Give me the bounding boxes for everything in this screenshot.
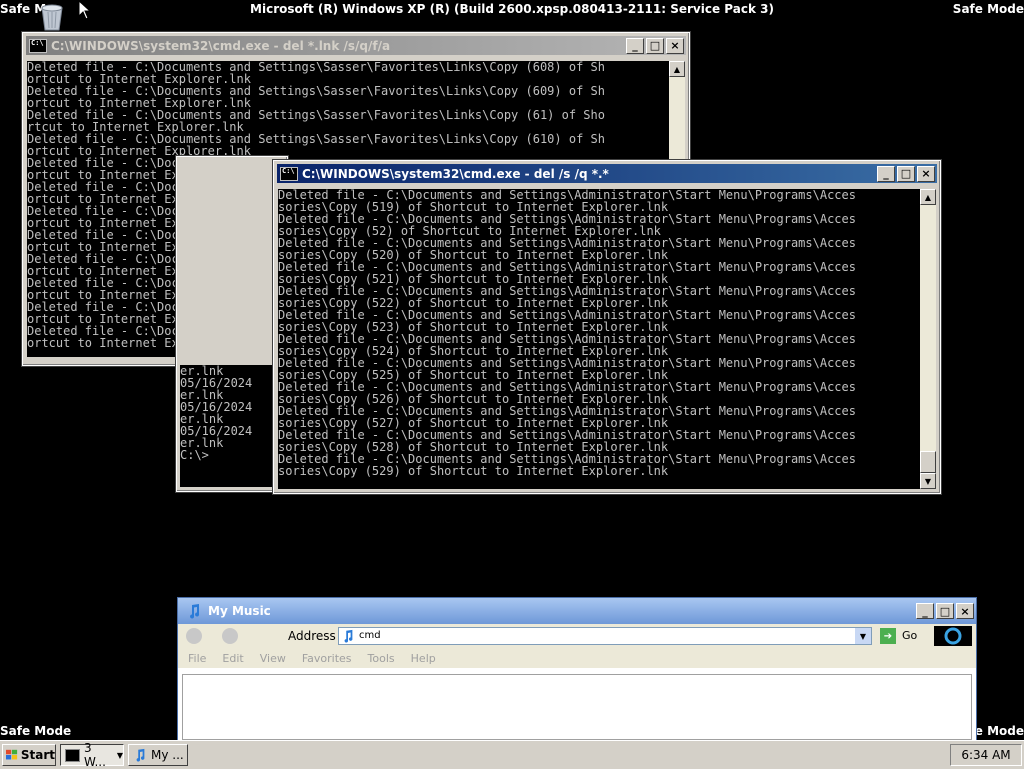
taskbar-button-cmd-group[interactable]: 3 W... ▼	[60, 741, 124, 769]
content-pane[interactable]	[182, 674, 972, 740]
menu-help[interactable]: Help	[411, 652, 436, 665]
menu-view[interactable]: View	[260, 652, 286, 665]
taskbar-button-label: My ...	[151, 748, 184, 762]
start-label: Start	[20, 748, 55, 762]
address-input[interactable]: cmd ▼	[338, 627, 872, 645]
menu-edit[interactable]: Edit	[222, 652, 243, 665]
cmd-icon	[29, 38, 47, 53]
windows-throbber-icon	[934, 626, 972, 646]
address-dropdown-icon[interactable]: ▼	[855, 628, 871, 644]
maximize-button[interactable]: □	[936, 603, 954, 619]
my-music-window[interactable]: My Music _ □ × Address cmd ▼ ➔ Go File E…	[178, 598, 976, 740]
minimize-button[interactable]: _	[877, 165, 895, 182]
close-button[interactable]: ×	[956, 603, 974, 619]
dropdown-arrow-icon: ▼	[116, 750, 123, 760]
menu-tools[interactable]: Tools	[368, 652, 395, 665]
console-output[interactable]: er.lnk 05/16/2024 er.lnk 05/16/2024 er.lnk 05…	[180, 365, 284, 487]
menu-bar: File Edit View Favorites Tools Help	[178, 648, 976, 668]
music-note-icon	[190, 604, 200, 619]
vertical-scrollbar[interactable]: ▲ ▼	[920, 189, 936, 489]
back-arrow-icon[interactable]	[186, 628, 202, 644]
minimize-button[interactable]: _	[626, 37, 644, 54]
scroll-up-arrow-icon[interactable]: ▲	[669, 61, 685, 77]
music-note-icon	[136, 748, 145, 762]
safe-mode-label-top-right: Safe Mode	[952, 2, 1024, 16]
go-arrow-icon[interactable]: ➔	[880, 628, 896, 644]
safe-mode-label-bottom-right: fe Mode	[969, 724, 1024, 738]
my-music-titlebar[interactable]: My Music _ □ ×	[178, 598, 976, 624]
os-build-banner: Microsoft (R) Windows XP (R) (Build 2600…	[250, 2, 774, 16]
windows-logo-icon	[6, 749, 18, 760]
menu-favorites[interactable]: Favorites	[302, 652, 352, 665]
my-music-title: My Music	[208, 604, 271, 618]
forward-arrow-icon[interactable]	[222, 628, 238, 644]
maximize-button[interactable]: □	[646, 37, 664, 54]
cmd-window-front-title: C:\WINDOWS\system32\cmd.exe - del /s /q …	[302, 166, 609, 181]
safe-mode-label-bottom-left: Safe Mode	[0, 724, 72, 738]
console-line: sories\Copy (529) of Shortcut to Interne…	[278, 464, 669, 478]
system-tray-clock[interactable]: 6:34 AM	[950, 744, 1022, 766]
cmd-icon	[65, 748, 80, 762]
address-label: Address	[288, 629, 336, 643]
music-note-icon	[344, 629, 353, 643]
cmd-window-back-titlebar[interactable]: C:\WINDOWS\system32\cmd.exe - del *.lnk …	[26, 36, 686, 55]
start-button[interactable]: Start	[2, 744, 56, 766]
console-output[interactable]: Deleted file - C:\Documents and Settings…	[278, 189, 920, 489]
console-line: C:\>	[180, 448, 209, 462]
address-bar-row: Address cmd ▼ ➔ Go	[178, 624, 976, 649]
scrollbar-thumb[interactable]	[920, 451, 936, 473]
cmd-window-front[interactable]: C:\WINDOWS\system32\cmd.exe - del /s /q …	[273, 160, 941, 494]
go-button[interactable]: Go	[902, 629, 917, 642]
cmd-window-front-titlebar[interactable]: C:\WINDOWS\system32\cmd.exe - del /s /q …	[277, 164, 937, 183]
cmd-window-back-title: C:\WINDOWS\system32\cmd.exe - del *.lnk …	[51, 38, 391, 53]
scroll-up-arrow-icon[interactable]: ▲	[920, 189, 936, 205]
menu-file[interactable]: File	[188, 652, 206, 665]
recycle-bin-icon[interactable]	[36, 2, 68, 32]
taskbar-button-label: 3 W...	[83, 741, 106, 769]
mouse-pointer-icon	[78, 0, 92, 20]
cmd-window-middle[interactable]: er.lnk 05/16/2024 er.lnk 05/16/2024 er.lnk 05…	[176, 156, 288, 492]
cmd-icon	[280, 166, 298, 181]
scroll-down-arrow-icon[interactable]: ▼	[920, 473, 936, 489]
taskbar-button-my-music[interactable]: My ...	[128, 744, 188, 766]
taskbar: Start 3 W... ▼ My ... 6:34 AM	[0, 740, 1024, 769]
minimize-button[interactable]: _	[916, 603, 934, 619]
close-button[interactable]: ×	[666, 37, 684, 54]
close-button[interactable]: ×	[917, 165, 935, 182]
address-value: cmd	[359, 630, 381, 641]
maximize-button[interactable]: □	[897, 165, 915, 182]
